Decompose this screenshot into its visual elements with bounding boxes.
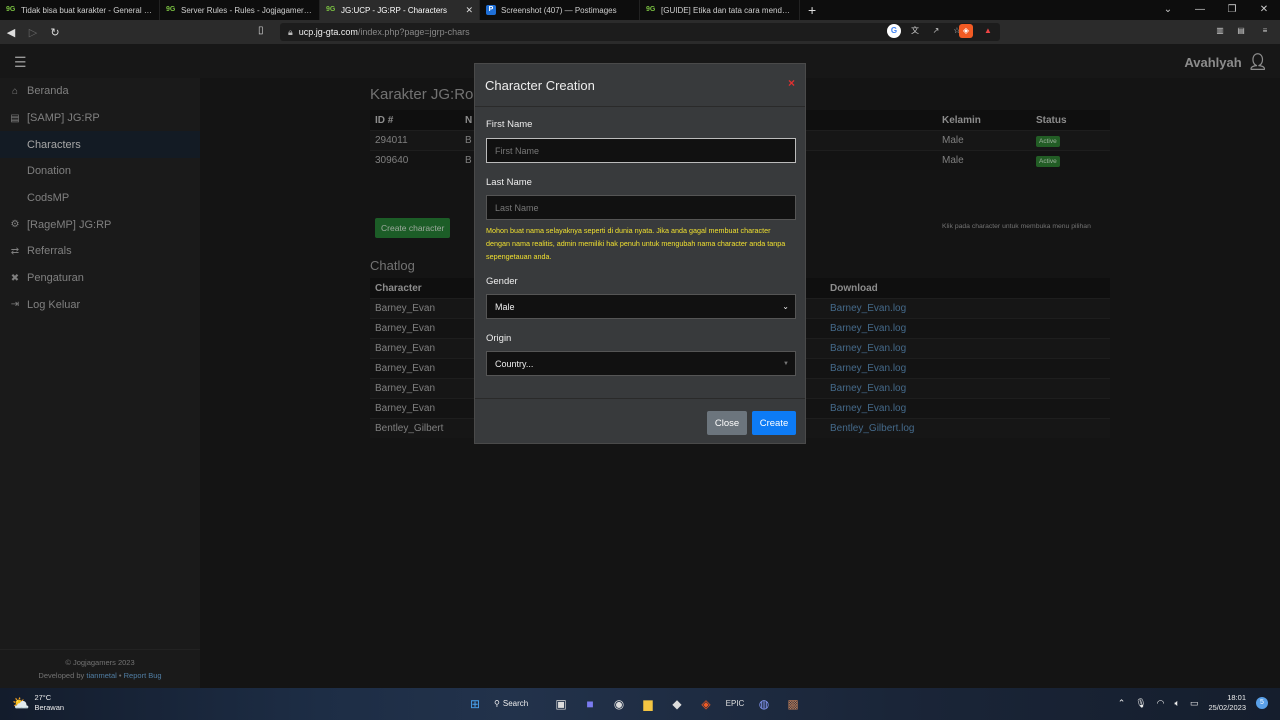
forward-icon[interactable]: ▷ xyxy=(22,26,44,39)
speaker-icon[interactable]: 🔈︎ xyxy=(1175,698,1180,709)
teams-icon[interactable]: ■ xyxy=(580,694,600,714)
discord-icon[interactable]: ◍ xyxy=(754,694,774,714)
browser-tab[interactable]: 9G [GUIDE] Etika dan tata cara mendatan xyxy=(640,0,800,20)
origin-placeholder: Country... xyxy=(495,358,534,369)
modal-footer: Close Create xyxy=(475,398,805,444)
maximize-icon[interactable]: ❐ xyxy=(1216,0,1248,20)
origin-label: Origin xyxy=(486,333,512,344)
search-icon: ⚲ xyxy=(494,699,500,708)
wallet-icon[interactable]: ▤ xyxy=(1234,24,1248,38)
browser-tab[interactable]: 9G Tidak bisa buat karakter - General Dis… xyxy=(0,0,160,20)
minimize-icon[interactable]: — xyxy=(1184,0,1216,20)
lock-icon: 🔒︎ xyxy=(288,26,293,37)
epic-games-icon[interactable]: EPIC xyxy=(725,694,745,714)
temperature: 27°C xyxy=(34,693,52,702)
chevron-up-icon[interactable]: ⌃ xyxy=(1118,698,1126,709)
file-explorer-icon[interactable]: ▆ xyxy=(638,694,658,714)
jg-icon: 9G xyxy=(6,6,16,13)
web-page: ☰ Avahlyah 👤︎ ⌂ Beranda ▤ [SAMP] JG:RP Chara… xyxy=(0,44,1280,688)
tab-title: Server Rules - Rules - Jogjagamers Co xyxy=(181,5,313,15)
tab-close-icon[interactable]: ✕ xyxy=(465,5,473,16)
jg-icon: 9G xyxy=(166,6,176,13)
window-controls: ⌄ — ❐ ✕ xyxy=(1152,0,1280,20)
roblox-icon[interactable]: ◆ xyxy=(667,694,687,714)
game-app-icon[interactable]: ▩ xyxy=(783,694,803,714)
back-icon[interactable]: ◀ xyxy=(0,26,22,39)
menu-icon[interactable]: ≡ xyxy=(1258,24,1272,38)
tab-title: JG:UCP - JG:RP - Characters xyxy=(341,5,447,15)
date: 25/02/2023 xyxy=(1208,703,1246,712)
brave-shields-icon[interactable]: ◈ xyxy=(959,24,973,38)
browser-tab[interactable]: 9G Server Rules - Rules - Jogjagamers Co xyxy=(160,0,320,20)
browser-tab[interactable]: P Screenshot (407) — Postimages xyxy=(480,0,640,20)
share-icon[interactable]: ↗ xyxy=(929,24,943,38)
steam-icon[interactable]: ◉ xyxy=(609,694,629,714)
last-name-input[interactable]: Last Name xyxy=(486,195,796,220)
notification-badge[interactable]: 5 xyxy=(1256,697,1268,709)
url-path: /index.php?page=jgrp-chars xyxy=(357,27,470,37)
brave-rewards-icon[interactable]: ▲ xyxy=(981,24,995,38)
task-view-icon[interactable]: ▣ xyxy=(551,694,571,714)
browser-tab-bar: 9G Tidak bisa buat karakter - General Dis… xyxy=(0,0,1280,20)
modal-close-icon[interactable]: × xyxy=(788,76,795,90)
window-close-icon[interactable]: ✕ xyxy=(1248,0,1280,20)
tab-title: Tidak bisa buat karakter - General Disc xyxy=(21,5,153,15)
url-host: ucp.jg-gta.com xyxy=(298,27,358,37)
name-warning: Mohon buat nama selayaknya seperti di du… xyxy=(486,226,786,261)
reload-icon[interactable]: ↻ xyxy=(44,26,66,39)
wifi-icon[interactable]: ◠ xyxy=(1157,698,1165,709)
google-icon[interactable]: G xyxy=(887,24,901,38)
browser-tab[interactable]: 9G JG:UCP - JG:RP - Characters ✕ xyxy=(320,0,480,20)
address-bar: ◀ ▷ ↻ ▯ 🔒︎ ucp.jg-gta.com/index.php?page… xyxy=(0,20,1280,44)
jg-icon: 9G xyxy=(326,6,336,13)
close-button[interactable]: Close xyxy=(707,411,747,435)
caret-down-icon: ▼ xyxy=(783,360,789,367)
start-icon[interactable]: ⊞ xyxy=(465,694,485,714)
windows-taskbar: ⛅ 27°C Berawan ⊞ ⚲ Search ▣ ■ ◉ ▆ ◆ ◈ EPI… xyxy=(0,688,1280,720)
jg-icon: 9G xyxy=(646,6,656,13)
character-creation-modal: Character Creation × First Name First Na… xyxy=(474,63,806,444)
translate-icon[interactable]: 文 xyxy=(908,24,922,38)
first-name-input[interactable]: First Name xyxy=(486,138,796,163)
sidebar-toggle-icon[interactable]: ▥ xyxy=(1213,24,1227,38)
gender-label: Gender xyxy=(486,276,518,287)
battery-icon[interactable]: ▭ xyxy=(1190,698,1199,709)
tab-search-icon[interactable]: ⌄ xyxy=(1152,0,1184,20)
new-tab-icon[interactable]: + xyxy=(808,2,816,18)
gender-select[interactable]: Male ⌄ xyxy=(486,294,796,319)
clock[interactable]: 18:01 25/02/2023 xyxy=(1208,693,1246,713)
tab-title: [GUIDE] Etika dan tata cara mendatan xyxy=(661,5,793,15)
tab-title: Screenshot (407) — Postimages xyxy=(501,5,617,15)
chevron-down-icon: ⌄ xyxy=(782,302,789,311)
last-name-label: Last Name xyxy=(486,177,532,188)
gender-selected-value: Male xyxy=(495,301,515,312)
cloud-sun-icon: ⛅ xyxy=(12,695,30,711)
modal-header: Character Creation × xyxy=(475,64,805,107)
system-tray: ⌃ 🎙︎ ◠ 🔈︎ ▭ 18:01 25/02/2023 5 xyxy=(1118,693,1268,713)
time: 18:01 xyxy=(1227,693,1246,702)
search-button[interactable]: ⚲ Search xyxy=(494,694,542,714)
search-label: Search xyxy=(502,699,529,708)
origin-select[interactable]: Country... ▼ xyxy=(486,351,796,376)
microphone-icon[interactable]: 🎙︎ xyxy=(1135,698,1146,709)
first-name-label: First Name xyxy=(486,119,533,130)
weather-widget[interactable]: ⛅ 27°C Berawan xyxy=(12,693,64,713)
bookmark-icon[interactable]: ▯ xyxy=(258,25,264,36)
brave-icon[interactable]: ◈ xyxy=(696,694,716,714)
taskbar-apps: ⊞ ⚲ Search ▣ ■ ◉ ▆ ◆ ◈ EPIC ◍ ▩ xyxy=(465,694,803,714)
create-button[interactable]: Create xyxy=(752,411,796,435)
modal-title: Character Creation xyxy=(485,77,595,93)
weather-condition: Berawan xyxy=(34,703,65,712)
postimages-icon: P xyxy=(486,5,496,15)
